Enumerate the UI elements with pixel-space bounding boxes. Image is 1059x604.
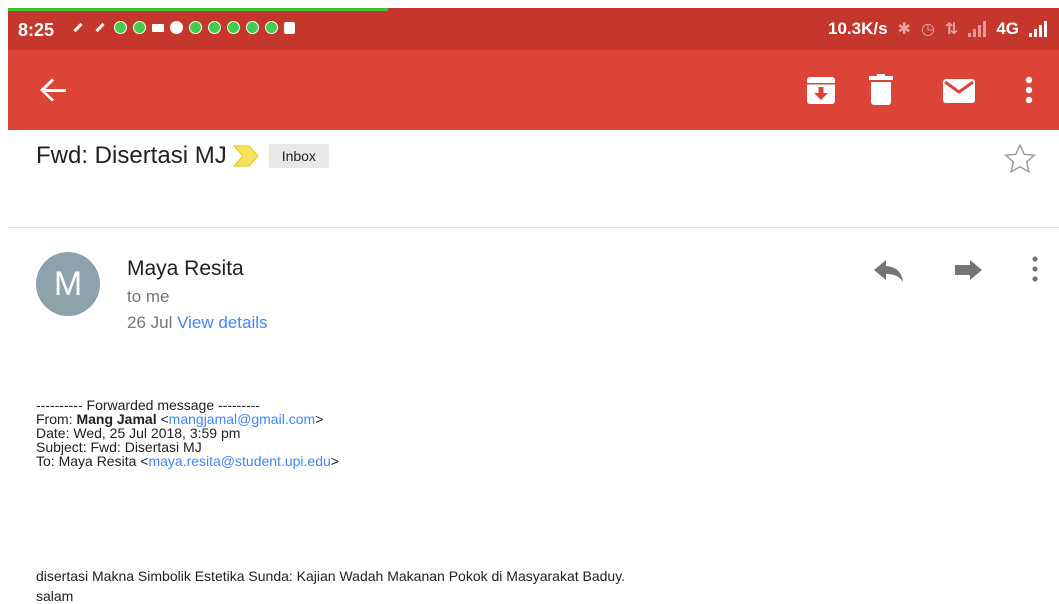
mark-unread-button[interactable]: [941, 72, 977, 108]
date-line: Date: Wed, 25 Jul 2018, 3:59 pm: [36, 425, 241, 441]
signal-sim1-icon: [968, 21, 987, 37]
reply-icon: [874, 260, 903, 282]
more-vert-icon: [1032, 256, 1038, 282]
whatsapp-icon: [114, 21, 127, 34]
pen-icon: [73, 22, 83, 33]
star-button[interactable]: [1003, 142, 1037, 176]
status-right: 10.3K/s ✱ ◷ ⇅ 4G: [828, 19, 1047, 39]
to-line: To: Maya Resita <maya.resita@student.upi…: [36, 453, 339, 469]
forwarded-header: ---------- Forwarded message --------- F…: [36, 398, 339, 468]
subject-line: Subject: Fwd: Disertasi MJ: [36, 439, 202, 455]
status-time: 8:25: [18, 20, 55, 40]
signal-sim2-icon: [1029, 21, 1047, 37]
reply-button[interactable]: [872, 254, 906, 284]
whatsapp-icon: [227, 21, 240, 34]
notification-icons: [70, 21, 295, 34]
recipient-summary: to me: [127, 287, 170, 306]
forward-button[interactable]: [951, 254, 985, 284]
pen-icon: [95, 22, 105, 33]
emoji-icon: [170, 21, 183, 34]
load-progress: [8, 8, 388, 11]
mark-unread-icon: [943, 79, 975, 103]
from-line: From: Mang Jamal <mangjamal@gmail.com>: [36, 411, 324, 427]
forward-icon: [955, 260, 982, 280]
view-details-link[interactable]: View details: [177, 313, 267, 332]
inbox-label[interactable]: Inbox: [268, 144, 329, 168]
more-options-button[interactable]: [1011, 72, 1047, 108]
alarm-icon: ◷: [920, 21, 935, 38]
archive-button[interactable]: [803, 72, 839, 108]
more-vert-icon: [1025, 76, 1033, 104]
subject-row: Fwd: Disertasi MJ Inbox: [36, 142, 329, 170]
body-paragraph: disertasi Makna Simbolik Estetika Sunda:…: [36, 568, 626, 584]
forwarded-line: ---------- Forwarded message ---------: [36, 397, 260, 413]
archive-icon: [807, 77, 835, 104]
status-bar: 8:25 10.3K/s ✱ ◷ ⇅ 4G: [8, 8, 1059, 50]
delete-button[interactable]: [863, 72, 899, 108]
net-speed: 10.3K/s: [827, 19, 888, 38]
message-more-button[interactable]: [1018, 254, 1052, 284]
email-date-row: 26 Jul View details: [127, 313, 268, 333]
body-signoff: salam: [36, 588, 74, 604]
back-arrow-icon: [40, 78, 66, 102]
email-date: 26 Jul: [127, 313, 173, 332]
bluetooth-icon: ✱: [897, 21, 911, 38]
sd-card-icon: [284, 21, 295, 34]
sender-avatar[interactable]: M: [36, 252, 100, 316]
sender-name: Maya Resita: [127, 257, 244, 280]
divider: [8, 227, 1059, 228]
network-type: 4G: [996, 19, 1019, 38]
whatsapp-icon: [246, 21, 259, 34]
important-marker-icon[interactable]: [232, 144, 259, 168]
whatsapp-icon: [133, 21, 146, 34]
whatsapp-icon: [265, 21, 278, 34]
to-email-link[interactable]: maya.resita@student.upi.edu: [148, 453, 330, 469]
back-button[interactable]: [36, 72, 72, 108]
whatsapp-icon: [208, 21, 221, 34]
to-label: To: Maya Resita: [36, 453, 141, 469]
star-icon: [1004, 143, 1036, 174]
data-arrows-icon: ⇅: [944, 21, 959, 38]
app-bar: [8, 50, 1059, 130]
delete-icon: [869, 74, 893, 105]
mail-icon: [152, 23, 164, 32]
email-subject: Fwd: Disertasi MJ: [36, 142, 227, 169]
whatsapp-icon: [189, 21, 202, 34]
